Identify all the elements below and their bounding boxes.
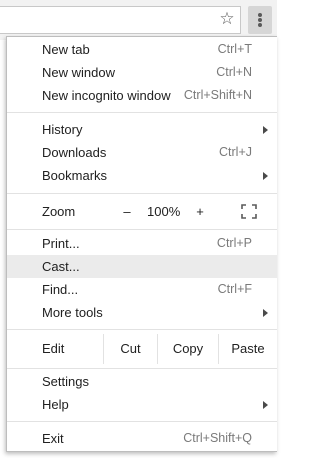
submenu-arrow-icon <box>263 401 268 409</box>
zoom-level: 100% <box>147 204 181 219</box>
menu-item-shortcut: Ctrl+P <box>216 236 252 250</box>
menu-item-shortcut: Ctrl+Shift+Q <box>183 431 252 445</box>
submenu-arrow-icon <box>263 126 268 134</box>
menu-item-help[interactable]: Help <box>7 393 277 416</box>
menu-item-new-tab[interactable]: New tab Ctrl+T <box>7 38 277 61</box>
menu-item-shortcut: Ctrl+N <box>216 65 252 79</box>
edit-label: Edit <box>42 341 65 356</box>
menu-item-settings[interactable]: Settings <box>7 370 277 393</box>
menu-item-label: Settings <box>42 374 89 389</box>
menu-item-label: Help <box>42 397 69 412</box>
menu-separator <box>7 368 277 369</box>
submenu-arrow-icon <box>263 309 268 317</box>
paste-button[interactable]: Paste <box>218 334 277 364</box>
menu-item-label: Bookmarks <box>42 168 108 183</box>
menu-item-label: More tools <box>42 305 103 320</box>
edit-row: Edit Cut Copy Paste <box>7 334 277 364</box>
menu-item-print[interactable]: Print... Ctrl+P <box>7 232 277 255</box>
menu-item-downloads[interactable]: Downloads Ctrl+J <box>7 141 277 164</box>
menu-item-label: Cast... <box>42 259 80 274</box>
copy-button[interactable]: Copy <box>157 334 218 364</box>
menu-item-label: New tab <box>42 42 90 57</box>
menu-separator <box>7 421 277 422</box>
menu-item-shortcut: Ctrl+T <box>217 42 252 56</box>
browser-toolbar: ☆ <box>0 0 277 40</box>
menu-separator <box>7 112 277 113</box>
submenu-arrow-icon <box>263 172 268 180</box>
menu-item-more-tools[interactable]: More tools <box>7 301 277 324</box>
menu-item-shortcut: Ctrl+F <box>217 282 252 296</box>
zoom-label: Zoom <box>42 204 76 219</box>
menu-item-new-incognito-window[interactable]: New incognito window Ctrl+Shift+N <box>7 84 277 107</box>
menu-item-label: Downloads <box>42 145 107 160</box>
menu-item-cast[interactable]: Cast... <box>7 255 277 278</box>
menu-item-label: Exit <box>42 431 64 446</box>
menu-item-label: Print... <box>42 236 80 251</box>
menu-item-find[interactable]: Find... Ctrl+F <box>7 278 277 301</box>
address-bar[interactable] <box>0 6 241 34</box>
zoom-in-button[interactable]: + <box>190 200 210 223</box>
zoom-row: Zoom – 100% + <box>7 200 277 223</box>
menu-item-exit[interactable]: Exit Ctrl+Shift+Q <box>7 427 277 450</box>
browser-main-menu: New tab Ctrl+T New window Ctrl+N New inc… <box>6 36 277 452</box>
menu-item-label: New window <box>42 65 115 80</box>
menu-separator <box>7 193 277 194</box>
menu-item-new-window[interactable]: New window Ctrl+N <box>7 61 277 84</box>
menu-separator <box>7 329 277 330</box>
menu-item-label: New incognito window <box>42 88 171 103</box>
zoom-out-button[interactable]: – <box>117 200 137 223</box>
menu-item-label: History <box>42 122 83 137</box>
menu-item-label: Find... <box>42 282 79 297</box>
menu-item-history[interactable]: History <box>7 118 277 141</box>
menu-item-shortcut: Ctrl+J <box>219 145 252 159</box>
menu-item-bookmarks[interactable]: Bookmarks <box>7 164 277 187</box>
kebab-menu-icon[interactable] <box>248 6 272 34</box>
menu-separator <box>7 229 277 230</box>
star-icon[interactable]: ☆ <box>218 9 236 29</box>
menu-item-shortcut: Ctrl+Shift+N <box>183 88 252 102</box>
cut-button[interactable]: Cut <box>103 334 157 364</box>
fullscreen-icon[interactable] <box>241 204 257 219</box>
